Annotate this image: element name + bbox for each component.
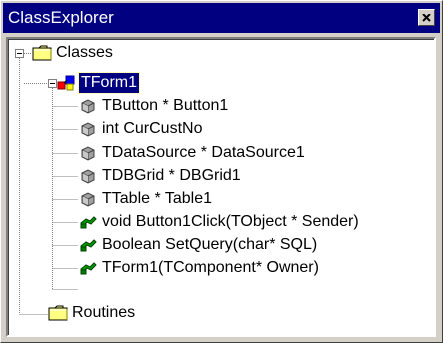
window-title: ClassExplorer (8, 8, 114, 27)
field-icon (81, 146, 95, 161)
field-icon (81, 122, 95, 137)
tree-label-member: void Button1Click(TObject * Sender) (102, 213, 359, 230)
tree-label-member: TTable * Table1 (102, 190, 212, 207)
tree-label-member: int CurCustNo (102, 120, 203, 137)
class-icon (57, 75, 75, 91)
collapse-icon[interactable] (48, 79, 57, 88)
folder-icon (32, 45, 52, 61)
tree-label-member: TDataSource * DataSource1 (102, 144, 305, 161)
close-button[interactable] (418, 9, 435, 26)
class-tree[interactable]: Classes TForm1 TButton * Button1 int Cur… (6, 37, 436, 337)
method-icon (80, 216, 97, 229)
tree-label-member: TForm1(TComponent* Owner) (102, 259, 319, 276)
field-icon (81, 169, 95, 184)
field-icon (81, 192, 95, 207)
title-bar[interactable]: ClassExplorer (3, 3, 440, 33)
class-explorer-window: ClassExplorer Classes TForm1 TButton * B… (0, 0, 443, 343)
tree-label-routines: Routines (72, 304, 136, 321)
folder-icon (48, 305, 68, 321)
tree-label-classes: Classes (56, 44, 113, 61)
collapse-icon[interactable] (15, 49, 24, 58)
tree-label-member: TButton * Button1 (102, 97, 229, 114)
tree-label-tform1: TForm1 (78, 72, 140, 94)
close-x-icon (422, 13, 431, 22)
method-icon (80, 262, 97, 275)
tree-label-member: Boolean SetQuery(char* SQL) (102, 236, 318, 253)
tree-label-member: TDBGrid * DBGrid1 (102, 167, 241, 184)
field-icon (81, 99, 95, 114)
method-icon (80, 239, 97, 252)
